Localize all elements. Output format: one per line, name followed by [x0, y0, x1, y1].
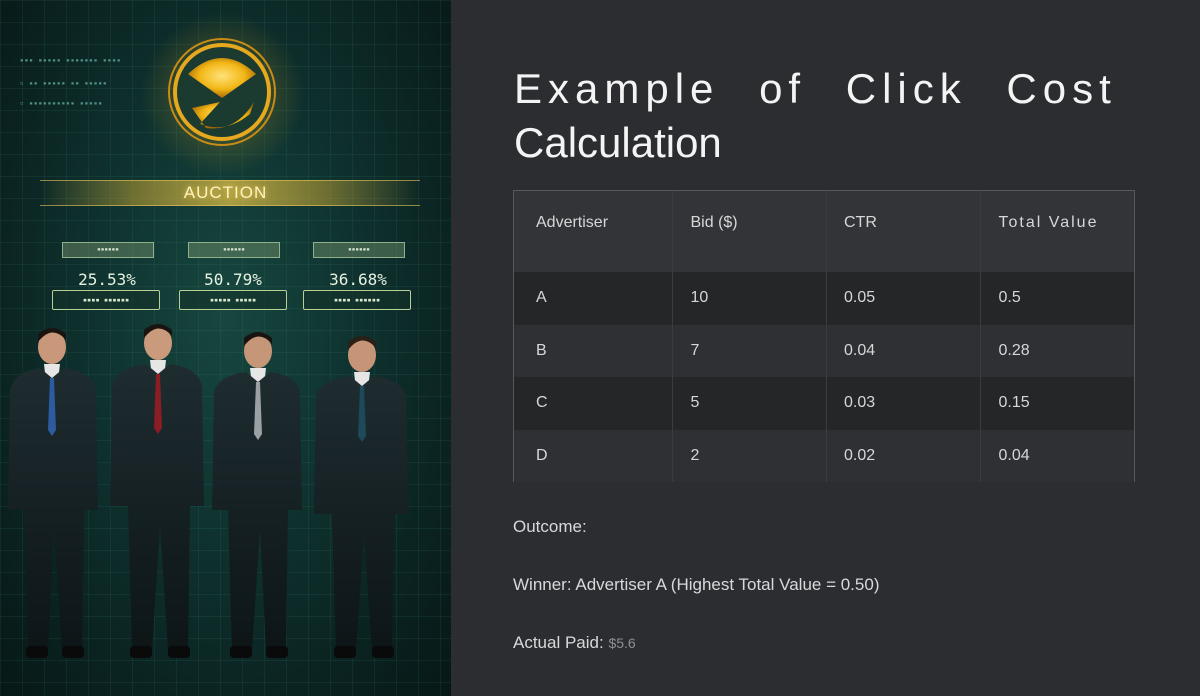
table-row: D 2 0.02 0.04	[514, 429, 1135, 482]
actual-paid-label: Actual Paid:	[513, 633, 604, 652]
actual-paid: Actual Paid: $5.6	[513, 633, 636, 653]
auction-banner-text: AUCTION	[183, 183, 268, 202]
table-row: C 5 0.03 0.15	[514, 377, 1134, 430]
cell-bid: 10	[671, 272, 827, 325]
cell-advertiser: D	[536, 446, 548, 464]
stat-value: 50.79%	[204, 270, 262, 289]
table-header-row: Advertiser Bid ($) CTR Total Value	[514, 191, 1134, 272]
cell-ctr: 0.05	[826, 272, 980, 325]
title-line-2: Calculation	[514, 119, 722, 166]
table-row: B 7 0.04 0.28	[514, 324, 1135, 377]
stat-box: ▪▪▪▪ ▪▪▪▪▪▪	[52, 290, 160, 310]
header-total-value: Total Value	[979, 191, 1134, 272]
header-ctr: CTR	[826, 191, 980, 272]
decorative-text-line: ▪▪▪ ▪▪▪▪▪ ▪▪▪▪▪▪▪ ▪▪▪▪	[20, 57, 122, 64]
header-advertiser: Advertiser	[514, 191, 672, 272]
stat-tag: ▪▪▪▪▪▪	[313, 242, 405, 258]
cell-total-value: 0.28	[979, 324, 1135, 377]
cell-ctr: 0.04	[826, 324, 980, 377]
gold-coin-icon	[168, 38, 276, 146]
decorative-text-line: ▫ ▪▪ ▪▪▪▪▪ ▪▪ ▪▪▪▪▪	[20, 80, 108, 87]
cell-advertiser: B	[536, 341, 547, 359]
actual-paid-value: $5.6	[608, 635, 636, 651]
stat-box: ▪▪▪▪ ▪▪▪▪▪▪	[303, 290, 411, 310]
cell-ctr: 0.02	[826, 429, 980, 482]
cell-advertiser: C	[536, 394, 548, 411]
cell-bid: 2	[671, 429, 827, 482]
businessmen-group-image	[8, 324, 408, 658]
cell-advertiser: A	[536, 289, 547, 306]
cell-total-value: 0.15	[979, 377, 1135, 430]
stat-tag: ▪▪▪▪▪▪	[188, 242, 280, 258]
header-bid: Bid ($)	[671, 191, 826, 272]
stat-value: 36.68%	[329, 270, 387, 289]
auction-illustration: ▪▪▪ ▪▪▪▪▪ ▪▪▪▪▪▪▪ ▪▪▪▪ ▫ ▪▪ ▪▪▪▪▪ ▪▪ ▪▪▪…	[0, 0, 451, 696]
stat-box: ▪▪▪▪▪ ▪▪▪▪▪	[179, 290, 287, 310]
cell-total-value: 0.04	[979, 429, 1135, 482]
title-line-1: Example of Click Cost	[514, 65, 1117, 112]
stat-value: 25.53%	[78, 270, 136, 289]
table-row: A 10 0.05 0.5	[514, 272, 1134, 325]
stat-tag: ▪▪▪▪▪▪	[62, 242, 154, 258]
outcome-heading: Outcome:	[513, 517, 587, 536]
bid-table: Advertiser Bid ($) CTR Total Value A 10 …	[513, 190, 1135, 482]
cell-bid: 7	[671, 324, 827, 377]
cell-total-value: 0.5	[979, 272, 1135, 325]
winner-text: Winner: Advertiser A (Highest Total Valu…	[513, 575, 880, 594]
cell-bid: 5	[671, 377, 827, 430]
cell-ctr: 0.03	[826, 377, 980, 430]
slide-title: Example of Click Cost Calculation	[514, 62, 1154, 170]
decorative-text-line: ▫ ▪▪▪▪▪▪▪▪▪▪ ▪▪▪▪▪	[20, 100, 104, 107]
